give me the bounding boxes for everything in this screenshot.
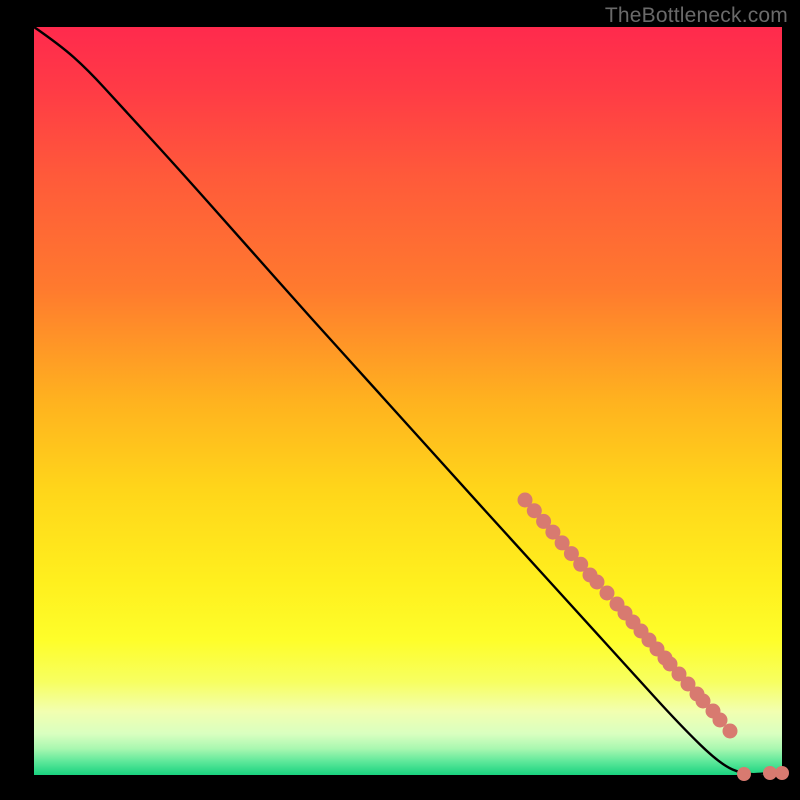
data-point-marker [737, 767, 751, 781]
data-point-marker [723, 724, 738, 739]
data-point-marker [775, 766, 789, 780]
watermark-text: TheBottleneck.com [605, 4, 788, 28]
chart-stage: TheBottleneck.com [0, 0, 800, 800]
chart-svg [0, 0, 800, 800]
data-point-marker [763, 766, 777, 780]
